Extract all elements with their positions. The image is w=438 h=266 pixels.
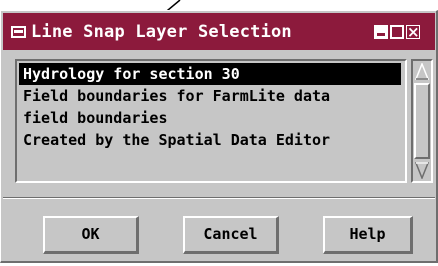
scroll-up-arrow-icon[interactable] <box>415 63 429 81</box>
dialog-window: Line Snap Layer Selection × Hydrology fo… <box>0 10 438 263</box>
list-item[interactable]: Hydrology for section 30 <box>19 63 401 85</box>
close-icon[interactable]: × <box>406 23 420 41</box>
list-item[interactable]: Field boundaries for FarmLite data <box>19 85 405 107</box>
title-bar[interactable]: Line Snap Layer Selection × <box>3 13 435 50</box>
window-menu-icon[interactable] <box>11 26 26 38</box>
minimize-icon[interactable] <box>374 25 388 39</box>
list-item[interactable]: Created by the Spatial Data Editor <box>19 129 405 151</box>
layer-list[interactable]: Hydrology for section 30 Field boundarie… <box>15 59 407 183</box>
help-button[interactable]: Help <box>323 216 413 254</box>
list-item[interactable]: field boundaries <box>19 107 405 129</box>
ok-button[interactable]: OK <box>43 216 139 254</box>
scroll-down-arrow-icon[interactable] <box>415 161 429 179</box>
window-title: Line Snap Layer Selection <box>31 22 292 42</box>
maximize-icon[interactable] <box>390 25 404 39</box>
cancel-button[interactable]: Cancel <box>183 216 279 254</box>
scrollbar-thumb[interactable] <box>414 83 430 159</box>
vertical-scrollbar[interactable] <box>411 59 433 183</box>
button-separator <box>3 197 435 199</box>
